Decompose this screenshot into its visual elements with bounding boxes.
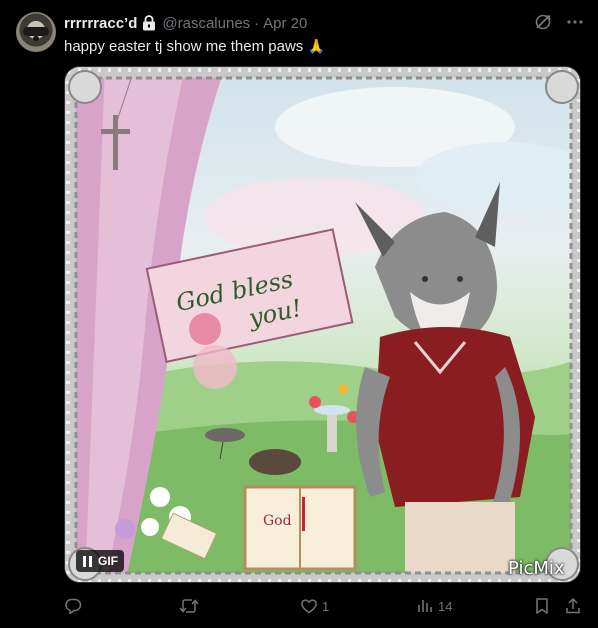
top-actions xyxy=(534,13,584,31)
post-body: happy easter tj show me them paws xyxy=(64,38,304,55)
repost-button[interactable] xyxy=(179,596,203,616)
flowers xyxy=(150,487,170,507)
raccoon-nose xyxy=(33,36,39,41)
separator-dot: · xyxy=(254,14,260,32)
reply-icon xyxy=(64,597,82,615)
heart-icon xyxy=(300,597,318,615)
user-handle[interactable]: @rascalunes xyxy=(162,15,250,32)
raccoon-mask xyxy=(23,27,49,36)
more-icon[interactable] xyxy=(566,13,584,31)
like-count: 1 xyxy=(322,598,330,614)
pray-emoji: 🙏 xyxy=(307,38,325,54)
gif-artwork: God bless you! God xyxy=(65,67,580,582)
like-button[interactable]: 1 xyxy=(300,596,329,616)
views-count: 14 xyxy=(438,598,453,614)
lynx-pants xyxy=(405,502,515,582)
bird xyxy=(205,428,245,442)
grok-icon[interactable] xyxy=(534,13,552,31)
post[interactable]: rrrrrracc’d @rascalunes · Apr 20 happy e… xyxy=(0,0,598,628)
bookmark-icon xyxy=(534,597,550,615)
post-date[interactable]: Apr 20 xyxy=(263,15,307,32)
views-icon xyxy=(416,597,434,615)
action-bar: 1 14 xyxy=(64,596,584,616)
avatar[interactable] xyxy=(16,12,56,52)
post-text: happy easter tj show me them paws 🙏 xyxy=(64,36,325,57)
reply-button[interactable] xyxy=(64,596,86,616)
gif-badge[interactable]: GIF xyxy=(76,550,124,572)
pause-icon[interactable] xyxy=(80,554,94,568)
turtle xyxy=(249,449,301,475)
bookmark-button[interactable] xyxy=(534,596,550,616)
post-media-gif[interactable]: God bless you! God xyxy=(64,66,581,583)
cross xyxy=(113,115,118,170)
picmix-watermark: PicMix xyxy=(508,558,565,579)
repost-icon xyxy=(179,597,199,615)
share-button[interactable] xyxy=(564,596,582,616)
rose xyxy=(189,313,221,345)
display-name[interactable]: rrrrrracc’d xyxy=(64,15,137,32)
lock-icon xyxy=(142,15,156,31)
gif-label: GIF xyxy=(98,554,118,568)
views-button[interactable]: 14 xyxy=(416,596,452,616)
book-text: God xyxy=(263,513,292,529)
post-header: rrrrrracc’d @rascalunes · Apr 20 xyxy=(64,13,307,33)
share-icon xyxy=(564,597,582,615)
birdbath xyxy=(327,412,337,452)
